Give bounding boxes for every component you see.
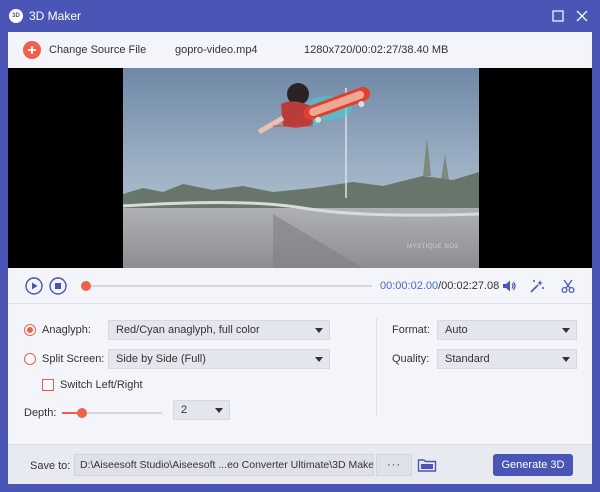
- format-value: Auto: [445, 324, 468, 336]
- window-title: 3D Maker: [29, 9, 82, 23]
- change-source-label: Change Source File: [49, 44, 147, 56]
- plus-icon: [23, 41, 41, 59]
- more-dots-icon: ···: [387, 459, 401, 471]
- effect-icon: [530, 280, 544, 293]
- folder-icon: [417, 459, 437, 472]
- effect-button[interactable]: [528, 277, 546, 295]
- format-label: Format:: [392, 324, 430, 336]
- progress-handle[interactable]: [80, 281, 91, 291]
- switch-left-right-label: Switch Left/Right: [60, 379, 143, 391]
- close-button[interactable]: [574, 8, 590, 24]
- anaglyph-value: Red/Cyan anaglyph, full color: [116, 324, 260, 336]
- maximize-icon: [552, 10, 564, 22]
- chevron-down-icon: [562, 328, 570, 333]
- source-bar: Change Source File gopro-video.mp4 1280x…: [8, 32, 592, 68]
- chevron-down-icon: [562, 357, 570, 362]
- split-screen-option[interactable]: Split Screen:: [24, 353, 104, 365]
- stop-button[interactable]: [49, 277, 67, 295]
- timecode: 00:00:02.00/00:02:27.08: [380, 280, 499, 292]
- anaglyph-label: Anaglyph:: [42, 324, 91, 336]
- chevron-down-icon: [315, 357, 323, 362]
- main-panel: Change Source File gopro-video.mp4 1280x…: [8, 32, 592, 484]
- format-select[interactable]: Auto: [437, 320, 577, 340]
- current-time: 00:00:02.00: [380, 280, 439, 292]
- play-button[interactable]: [25, 277, 43, 295]
- settings-panel: Anaglyph: Red/Cyan anaglyph, full color …: [8, 304, 592, 444]
- cut-button[interactable]: [559, 277, 577, 295]
- split-screen-label: Split Screen:: [42, 353, 105, 365]
- depth-value: 2: [181, 404, 188, 416]
- quality-select[interactable]: Standard: [437, 349, 577, 369]
- scissors-icon: [561, 279, 575, 294]
- maximize-button[interactable]: [550, 8, 566, 24]
- split-screen-select[interactable]: Side by Side (Full): [108, 349, 330, 369]
- change-source-button[interactable]: Change Source File: [23, 40, 146, 60]
- depth-handle[interactable]: [77, 408, 87, 418]
- settings-divider: [376, 318, 377, 416]
- anaglyph-radio[interactable]: [24, 324, 36, 336]
- save-bar: Save to: D:\Aiseesoft Studio\Aiseesoft .…: [8, 444, 592, 484]
- save-to-label: Save to:: [30, 460, 71, 472]
- browse-button[interactable]: ···: [376, 454, 412, 476]
- volume-button[interactable]: [500, 277, 518, 295]
- video-watermark: MYSTIQUE NO3: [407, 244, 459, 250]
- quality-value: Standard: [445, 353, 490, 365]
- save-path-field[interactable]: D:\Aiseesoft Studio\Aiseesoft ...eo Conv…: [74, 454, 374, 476]
- close-icon: [576, 10, 588, 22]
- split-screen-radio[interactable]: [24, 353, 36, 365]
- generate-3d-button[interactable]: Generate 3D: [493, 454, 573, 476]
- chevron-down-icon: [315, 328, 323, 333]
- app-window: 3D 3D Maker Change Source File gopro-vid…: [0, 0, 600, 492]
- total-time: /00:02:27.08: [438, 280, 500, 292]
- switch-left-right-checkbox[interactable]: [42, 379, 54, 391]
- depth-select[interactable]: 2: [173, 400, 230, 420]
- quality-label: Quality:: [392, 353, 430, 365]
- file-info: 1280x720/00:02:27/38.40 MB: [304, 44, 449, 56]
- progress-bar[interactable]: [80, 281, 372, 291]
- stop-icon: [49, 277, 67, 295]
- anaglyph-select[interactable]: Red/Cyan anaglyph, full color: [108, 320, 330, 340]
- video-image: [123, 68, 479, 268]
- depth-label: Depth:: [24, 407, 57, 419]
- video-frame: MYSTIQUE NO3: [123, 68, 479, 268]
- file-name: gopro-video.mp4: [175, 44, 258, 56]
- split-screen-value: Side by Side (Full): [116, 353, 206, 365]
- video-preview: MYSTIQUE NO3: [8, 68, 592, 268]
- switch-left-right-option[interactable]: Switch Left/Right: [42, 379, 143, 391]
- title-bar: 3D 3D Maker: [0, 0, 600, 32]
- playback-bar: 00:00:02.00/00:02:27.08: [8, 268, 592, 304]
- chevron-down-icon: [215, 408, 223, 413]
- open-folder-button[interactable]: [415, 454, 439, 476]
- anaglyph-option[interactable]: Anaglyph:: [24, 324, 91, 336]
- depth-slider[interactable]: [62, 408, 162, 418]
- volume-icon: [503, 280, 516, 292]
- app-logo-icon: 3D: [9, 9, 23, 23]
- play-icon: [25, 277, 43, 295]
